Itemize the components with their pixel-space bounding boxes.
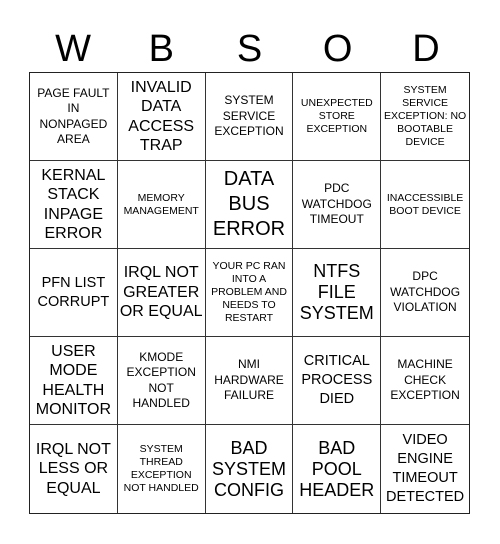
cell-text: PFN LIST CORRUPT bbox=[37, 274, 110, 310]
cell-text: INACCESSIBLE BOOT DEVICE bbox=[386, 191, 464, 217]
cell-text: CRITICAL PROCESS DIED bbox=[301, 353, 373, 407]
bingo-cell[interactable]: USER MODE HEALTH MONITOR bbox=[30, 337, 118, 425]
bingo-cell[interactable]: DATA BUS ERROR bbox=[205, 161, 294, 249]
cell-text: PAGE FAULT IN NONPAGED AREA bbox=[37, 85, 110, 147]
cell-text: PDC WATCHDOG TIMEOUT bbox=[301, 181, 372, 227]
bingo-cell[interactable]: SYSTEM SERVICE EXCEPTION bbox=[205, 73, 294, 161]
cell-text: UNEXPECTED STORE EXCEPTION bbox=[300, 97, 373, 135]
header-letter-b: B bbox=[148, 28, 174, 70]
cell-text: MACHINE CHECK EXCEPTION bbox=[390, 357, 460, 403]
bingo-cell[interactable]: INVALID DATA ACCESS TRAP bbox=[117, 73, 206, 161]
bingo-cell[interactable]: BAD POOL HEADER bbox=[293, 425, 382, 513]
bingo-cell[interactable]: INACCESSIBLE BOOT DEVICE bbox=[381, 161, 469, 249]
bingo-grid: PAGE FAULT IN NONPAGED AREA INVALID DATA… bbox=[29, 72, 470, 514]
bingo-cell[interactable]: IRQL NOT LESS OR EQUAL bbox=[30, 425, 118, 513]
bingo-cell[interactable]: VIDEO ENGINE TIMEOUT DETECTED bbox=[381, 425, 469, 513]
cell-text: DATA BUS ERROR bbox=[212, 168, 286, 240]
cell-text: BAD POOL HEADER bbox=[299, 437, 375, 500]
bingo-cell[interactable]: NTFS FILE SYSTEM bbox=[293, 249, 382, 337]
cell-text: IRQL NOT GREATER OR EQUAL bbox=[119, 264, 203, 321]
header-letter-d: D bbox=[412, 28, 440, 70]
bingo-cell[interactable]: MEMORY MANAGEMENT bbox=[117, 161, 206, 249]
bingo-cell[interactable]: SYSTEM THREAD EXCEPTION NOT HANDLED bbox=[118, 425, 206, 513]
bingo-cell[interactable]: CRITICAL PROCESS DIED bbox=[293, 337, 382, 425]
cell-text: VIDEO ENGINE TIMEOUT DETECTED bbox=[386, 432, 465, 505]
bingo-cell[interactable]: SYSTEM SERVICE EXCEPTION: NO BOOTABLE DE… bbox=[381, 73, 469, 161]
bingo-cell[interactable]: YOUR PC RAN INTO A PROBLEM AND NEEDS TO … bbox=[205, 249, 294, 337]
bingo-cell[interactable]: PAGE FAULT IN NONPAGED AREA bbox=[30, 73, 118, 161]
cell-text: SYSTEM THREAD EXCEPTION NOT HANDLED bbox=[123, 443, 199, 494]
bingo-cell[interactable]: DPC WATCHDOG VIOLATION bbox=[381, 249, 469, 337]
bingo-cell[interactable]: KERNAL STACK INPAGE ERROR bbox=[30, 161, 118, 249]
cell-text: MEMORY MANAGEMENT bbox=[123, 191, 199, 217]
bingo-cell[interactable]: IRQL NOT GREATER OR EQUAL bbox=[117, 249, 206, 337]
cell-text: NTFS FILE SYSTEM bbox=[299, 261, 374, 323]
bingo-cell[interactable]: BAD SYSTEM CONFIG bbox=[206, 425, 294, 513]
cell-text: YOUR PC RAN INTO A PROBLEM AND NEEDS TO … bbox=[211, 260, 287, 324]
cell-text: BAD SYSTEM CONFIG bbox=[211, 437, 286, 500]
cell-text: USER MODE HEALTH MONITOR bbox=[35, 342, 112, 419]
bingo-cell[interactable]: PDC WATCHDOG TIMEOUT bbox=[293, 161, 382, 249]
header-letter-s: S bbox=[236, 28, 263, 70]
bingo-cell[interactable]: KMODE EXCEPTION NOT HANDLED bbox=[117, 337, 206, 425]
bingo-cell[interactable]: PFN LIST CORRUPT bbox=[30, 249, 118, 337]
cell-text: KMODE EXCEPTION NOT HANDLED bbox=[126, 349, 196, 411]
cell-text: SYSTEM SERVICE EXCEPTION: NO BOOTABLE DE… bbox=[383, 84, 467, 148]
cell-text: KERNAL STACK INPAGE ERROR bbox=[41, 166, 106, 243]
cell-text: IRQL NOT LESS OR EQUAL bbox=[35, 440, 111, 497]
cell-text: INVALID DATA ACCESS TRAP bbox=[128, 78, 195, 155]
header-letter-w: W bbox=[55, 28, 92, 70]
bingo-header: W B S O D bbox=[29, 26, 470, 72]
cell-text: NMI HARDWARE FAILURE bbox=[214, 357, 284, 403]
bingo-cell[interactable]: UNEXPECTED STORE EXCEPTION bbox=[293, 73, 382, 161]
cell-text: DPC WATCHDOG VIOLATION bbox=[390, 269, 461, 315]
bingo-cell[interactable]: NMI HARDWARE FAILURE bbox=[205, 337, 294, 425]
cell-text: SYSTEM SERVICE EXCEPTION bbox=[214, 93, 284, 139]
header-letter-o: O bbox=[322, 28, 353, 70]
bingo-cell[interactable]: MACHINE CHECK EXCEPTION bbox=[381, 337, 469, 425]
